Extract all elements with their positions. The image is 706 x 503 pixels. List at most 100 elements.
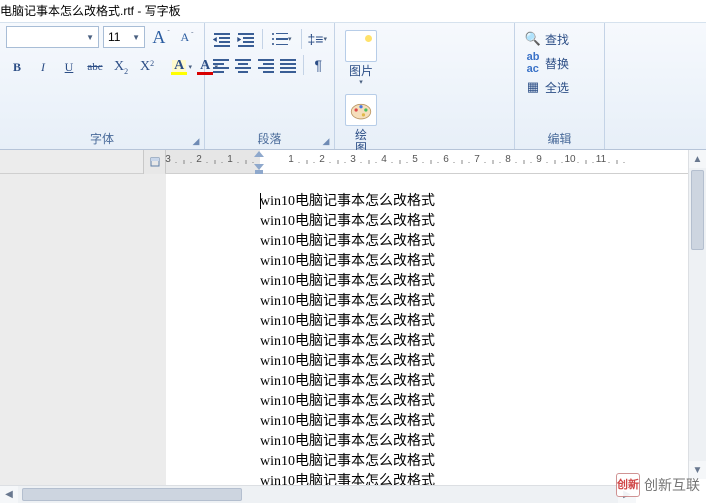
document-area: win10电脑记事本怎么改格式win10电脑记事本怎么改格式win10电脑记事本… — [0, 174, 706, 502]
scroll-thumb[interactable] — [22, 488, 242, 501]
increase-indent-icon — [238, 32, 254, 46]
group-insert: 图片 ▾ 绘 图 ▾ 日期和 时间 ◫ 插入 对象 插入 — [335, 23, 515, 149]
divider — [301, 29, 302, 49]
text-line: win10电脑记事本怎么改格式 — [260, 210, 435, 230]
align-center-button[interactable] — [233, 54, 252, 76]
decrease-indent-button[interactable] — [211, 28, 233, 50]
paragraph-marks-button[interactable]: ¶ — [309, 54, 328, 76]
superscript-button[interactable]: X2 — [136, 56, 158, 78]
chevron-down-icon: ▼ — [132, 33, 140, 42]
dialog-launcher-icon[interactable]: ◢ — [320, 135, 332, 147]
window-title: 电脑记事本怎么改格式.rtf - 写字板 — [0, 4, 181, 18]
group-editing-label: 编辑 — [521, 127, 598, 149]
scroll-up-button[interactable]: ▲ — [689, 150, 706, 168]
ruler-tick: 3 — [350, 156, 356, 165]
ruler-toggle-button[interactable] — [143, 150, 165, 174]
replace-icon: abac — [525, 55, 541, 71]
dialog-launcher-icon[interactable]: ◢ — [190, 135, 202, 147]
ruler-tick: 7 — [474, 156, 480, 165]
decrease-indent-icon — [214, 32, 230, 46]
scroll-track[interactable] — [18, 486, 618, 503]
chevron-down-icon: ▾ — [288, 35, 292, 43]
text-line: win10电脑记事本怎么改格式 — [260, 450, 435, 470]
search-icon: 🔍 — [525, 31, 541, 47]
chevron-down-icon: ▾ — [188, 63, 192, 71]
align-right-button[interactable] — [256, 54, 275, 76]
replace-button[interactable]: abac 替换 — [521, 52, 598, 74]
ruler-tick: 10 — [564, 156, 575, 165]
replace-label: 替换 — [545, 55, 569, 72]
text-line: win10电脑记事本怎么改格式 — [260, 290, 435, 310]
ruler-tick: 9 — [536, 156, 542, 165]
justify-button[interactable] — [278, 54, 297, 76]
align-center-icon — [235, 58, 251, 72]
highlight-icon: A — [172, 60, 186, 72]
text-cursor — [260, 193, 261, 209]
font-size-value: 11 — [108, 30, 120, 44]
strikethrough-button[interactable]: abc — [84, 56, 106, 78]
bullet-list-icon — [272, 31, 288, 47]
indent-marker[interactable] — [259, 151, 264, 175]
text-line: win10电脑记事本怎么改格式 — [260, 410, 435, 430]
italic-button[interactable]: I — [32, 56, 54, 78]
horizontal-scrollbar[interactable]: ◀ ▶ — [0, 485, 636, 503]
insert-picture-button[interactable]: 图片 ▾ — [341, 26, 381, 86]
text-line: win10电脑记事本怎么改格式 — [260, 330, 435, 350]
bold-button[interactable]: B — [6, 56, 28, 78]
group-font-label: 字体 — [6, 127, 198, 149]
scroll-left-button[interactable]: ◀ — [0, 486, 18, 503]
divider — [262, 29, 263, 49]
text-line: win10电脑记事本怎么改格式 — [260, 250, 435, 270]
underline-button[interactable]: U — [58, 56, 80, 78]
text-line: win10电脑记事本怎么改格式 — [260, 350, 435, 370]
shrink-font-button[interactable]: Aˇ — [175, 26, 197, 48]
ruler-toggle-icon — [150, 157, 160, 167]
group-paragraph-label: 段落 — [211, 127, 328, 149]
ruler-tick: 4 — [381, 156, 387, 165]
bullet-list-button[interactable]: ▾ — [268, 28, 295, 50]
chevron-down-icon: ▾ — [359, 78, 363, 86]
watermark: 创新 创新互联 — [616, 473, 700, 497]
select-all-button[interactable]: ▦ 全选 — [521, 76, 598, 98]
ribbon: ▼ 11 ▼ Aˇ Aˇ B I U abc X2 X2 — [0, 22, 706, 150]
find-label: 查找 — [545, 31, 569, 48]
ruler-tick: 3 — [165, 156, 171, 165]
grow-font-button[interactable]: Aˇ — [149, 26, 171, 48]
highlight-color-button[interactable]: A ▾ — [170, 56, 192, 78]
align-left-icon — [213, 58, 229, 72]
picture-icon — [345, 30, 377, 62]
align-left-button[interactable] — [211, 54, 230, 76]
shrink-font-icon: A — [178, 30, 191, 45]
watermark-text: 创新互联 — [644, 475, 700, 495]
highlight-color-bar — [171, 72, 187, 75]
ruler-tick: 2 — [196, 156, 202, 165]
text-line: win10电脑记事本怎么改格式 — [260, 370, 435, 390]
document-page[interactable]: win10电脑记事本怎么改格式win10电脑记事本怎么改格式win10电脑记事本… — [166, 174, 706, 502]
chevron-down-icon: ▾ — [323, 35, 327, 43]
font-family-combo[interactable]: ▼ — [6, 26, 99, 48]
ruler-gutter — [0, 150, 166, 173]
text-line: win10电脑记事本怎么改格式 — [260, 390, 435, 410]
ruler-tick: 1 — [288, 156, 294, 165]
scroll-thumb[interactable] — [691, 170, 704, 250]
subscript-button[interactable]: X2 — [110, 56, 132, 78]
text-line: win10电脑记事本怎么改格式 — [260, 230, 435, 250]
font-size-combo[interactable]: 11 ▼ — [103, 26, 145, 48]
select-all-icon: ▦ — [525, 79, 541, 95]
vertical-scrollbar[interactable]: ▲ ▼ — [688, 150, 706, 479]
ruler: 3211234567891011 — [0, 150, 706, 174]
grow-font-icon: A — [150, 27, 167, 48]
horizontal-ruler[interactable]: 3211234567891011 — [166, 150, 706, 173]
group-editing: 🔍 查找 abac 替换 ▦ 全选 编辑 — [515, 23, 605, 149]
find-button[interactable]: 🔍 查找 — [521, 28, 598, 50]
ruler-tick: 11 — [596, 156, 606, 165]
ruler-tick: 5 — [412, 156, 418, 165]
pilcrow-icon: ¶ — [315, 57, 323, 73]
select-all-label: 全选 — [545, 79, 569, 96]
ruler-tick: 1 — [227, 156, 233, 165]
ruler-tick: 6 — [443, 156, 449, 165]
line-spacing-button[interactable]: ‡≡▾ — [306, 28, 328, 50]
scroll-track[interactable] — [689, 252, 706, 461]
ruler-tick: 2 — [319, 156, 325, 165]
increase-indent-button[interactable] — [236, 28, 258, 50]
